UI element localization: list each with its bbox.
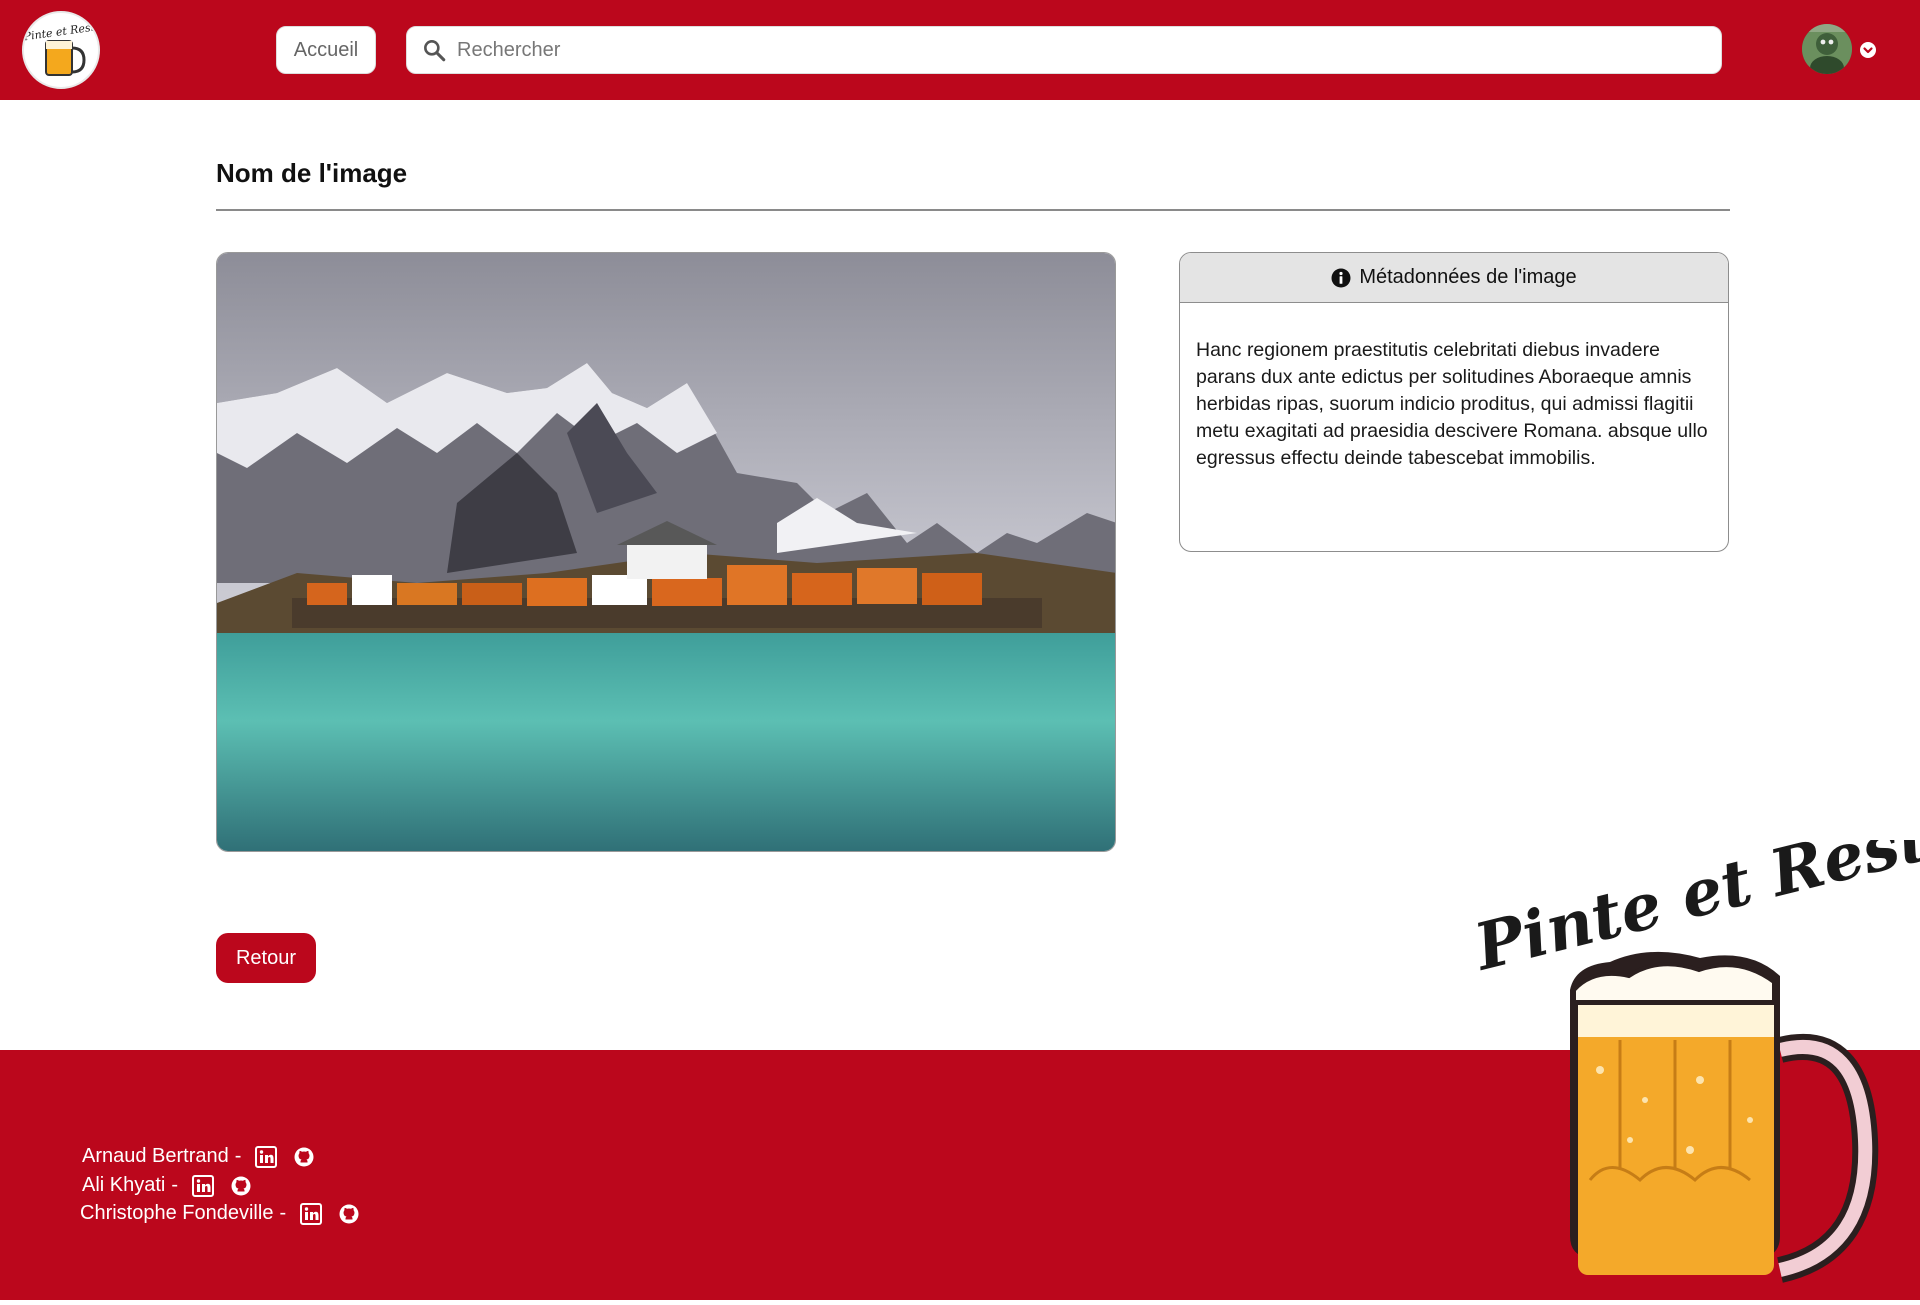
beer-mug-logo: Pinte et Reste [24, 20, 100, 76]
search-input[interactable] [457, 27, 1721, 73]
credit-separator: - [171, 1174, 179, 1196]
credit-row: Arnaud Bertrand - [82, 1145, 323, 1168]
chevron-down-icon [1863, 47, 1873, 54]
linkedin-icon[interactable] [255, 1145, 278, 1168]
landscape-photo [217, 253, 1115, 851]
credit-row: Ali Khyati - [82, 1174, 260, 1197]
linkedin-icon[interactable] [192, 1174, 215, 1197]
credit-separator: - [234, 1145, 242, 1167]
metadata-card-header: Métadonnées de l'image [1180, 253, 1728, 303]
github-icon[interactable] [293, 1146, 315, 1168]
top-navbar: Pinte et Reste Accueil [0, 0, 1920, 100]
linkedin-icon[interactable] [300, 1202, 323, 1225]
user-avatar[interactable] [1802, 24, 1852, 74]
user-menu-toggle[interactable] [1860, 42, 1876, 58]
github-icon[interactable] [230, 1175, 252, 1197]
credit-separator: - [279, 1202, 287, 1224]
credit-name: Christophe Fondeville [80, 1202, 274, 1224]
metadata-text: Hanc regionem praestitutis celebritati d… [1196, 339, 1708, 469]
credit-name: Ali Khyati [82, 1174, 166, 1196]
metadata-heading: Métadonnées de l'image [1359, 266, 1577, 288]
title-divider [216, 209, 1730, 211]
page-title: Nom de l'image [216, 158, 408, 188]
github-icon[interactable] [338, 1203, 360, 1225]
search-bar[interactable] [406, 26, 1722, 74]
image-preview [216, 252, 1116, 852]
site-logo[interactable]: Pinte et Reste [22, 11, 100, 89]
metadata-card: Métadonnées de l'image Hanc regionem pra… [1179, 252, 1729, 552]
search-icon [424, 40, 446, 62]
avatar-image [1802, 24, 1852, 74]
back-button[interactable]: Retour [216, 933, 316, 983]
svg-text:Pinte et Reste: Pinte et Reste [24, 20, 100, 44]
brand-logo: Pinte et Reste [1460, 791, 1920, 1300]
credit-row: Christophe Fondeville - [80, 1202, 368, 1225]
credit-name: Arnaud Bertrand [82, 1145, 229, 1167]
info-icon [1331, 268, 1351, 287]
beer-mug-illustration: Pinte et Reste [1466, 791, 1920, 1283]
home-button[interactable]: Accueil [276, 26, 376, 74]
